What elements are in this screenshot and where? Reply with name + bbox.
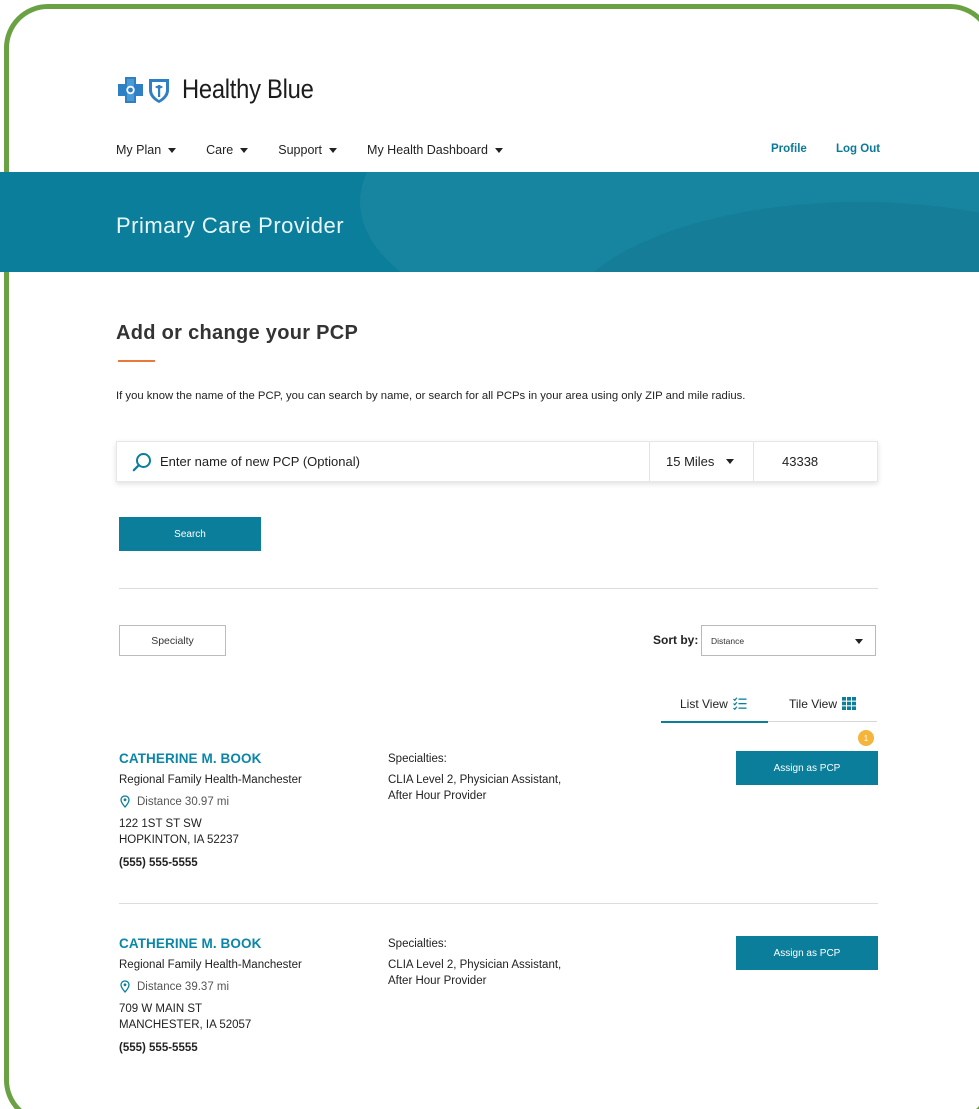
- section-title: Add or change your PCP: [116, 322, 359, 344]
- notification-badge: 1: [858, 730, 874, 746]
- intro-text: If you know the name of the PCP, you can…: [116, 390, 746, 402]
- view-toggle: List View Tile View: [661, 697, 877, 723]
- search-icon: [132, 452, 151, 471]
- brand-logo[interactable]: Healthy Blue: [116, 74, 332, 105]
- provider-distance: Distance 39.37 mi: [120, 980, 229, 993]
- divider: [119, 588, 878, 589]
- tab-tile-view-label: Tile View: [789, 697, 838, 711]
- tab-list-view-label: List View: [680, 697, 728, 711]
- logout-link[interactable]: Log Out: [836, 143, 880, 155]
- zip-field[interactable]: [753, 442, 877, 481]
- nav-my-health-dashboard[interactable]: My Health Dashboard: [367, 143, 503, 157]
- sort-label: Sort by:: [653, 633, 699, 647]
- specialties-line1: CLIA Level 2, Physician Assistant,: [388, 774, 562, 786]
- provider-distance-text: Distance 39.37 mi: [137, 980, 230, 993]
- search-button[interactable]: Search: [119, 517, 261, 551]
- specialties-line1: CLIA Level 2, Physician Assistant,: [388, 959, 562, 971]
- provider-address-line2: HOPKINTON, IA 52237: [119, 834, 239, 846]
- nav-support-label: Support: [278, 143, 323, 157]
- tile-grid-icon: [842, 697, 857, 710]
- provider-distance: Distance 30.97 mi: [120, 795, 229, 808]
- nav-support[interactable]: Support: [278, 143, 338, 157]
- nav-my-health-dashboard-label: My Health Dashboard: [367, 143, 488, 157]
- assign-as-pcp-button[interactable]: Assign as PCP: [736, 936, 878, 970]
- provider-name-link[interactable]: CATHERINE M. BOOK: [119, 936, 261, 951]
- radius-value: 15 Miles: [666, 454, 715, 469]
- pcp-name-input[interactable]: [160, 454, 580, 469]
- nav-my-plan[interactable]: My Plan: [116, 143, 177, 157]
- provider-distance-text: Distance 30.97 mi: [137, 795, 230, 808]
- chevron-down-icon: [240, 147, 249, 153]
- radius-select[interactable]: 15 Miles: [649, 442, 753, 481]
- provider-phone[interactable]: (555) 555-5555: [119, 857, 198, 869]
- provider-organization: Regional Family Health-Manchester: [119, 774, 302, 786]
- title-underline: [118, 360, 155, 362]
- nav-care[interactable]: Care: [206, 143, 249, 157]
- pcp-search-bar: 15 Miles: [116, 441, 878, 482]
- page-title: Primary Care Provider: [116, 213, 345, 238]
- blue-cross-blue-shield-logo-icon: [118, 76, 169, 103]
- specialties-label: Specialties:: [388, 753, 447, 765]
- location-pin-icon: [120, 795, 130, 808]
- nav-my-plan-label: My Plan: [116, 143, 162, 157]
- specialties-line2: After Hour Provider: [388, 790, 487, 802]
- primary-nav: My Plan Care Support My Health Dashboard: [116, 143, 533, 157]
- list-view-icon: [732, 697, 747, 710]
- chevron-down-icon: [329, 147, 338, 153]
- sort-value: Distance: [711, 635, 745, 646]
- chevron-down-icon: [726, 459, 735, 464]
- provider-address-line1: 709 W MAIN ST: [119, 1003, 203, 1015]
- provider-organization: Regional Family Health-Manchester: [119, 959, 302, 971]
- provider-name-link[interactable]: CATHERINE M. BOOK: [119, 751, 261, 766]
- provider-address-line2: MANCHESTER, IA 52057: [119, 1019, 252, 1031]
- profile-link[interactable]: Profile: [771, 143, 807, 155]
- provider-address-line1: 122 1ST ST SW: [119, 818, 202, 830]
- chevron-down-icon: [168, 147, 177, 153]
- sort-select[interactable]: Distance: [701, 625, 876, 656]
- specialties-line2: After Hour Provider: [388, 975, 487, 987]
- provider-phone[interactable]: (555) 555-5555: [119, 1042, 198, 1054]
- brand-name: Healthy Blue: [182, 74, 314, 104]
- nav-care-label: Care: [206, 143, 234, 157]
- zip-input[interactable]: [782, 454, 862, 469]
- pcp-name-field[interactable]: [117, 442, 649, 481]
- specialty-filter-button[interactable]: Specialty: [119, 625, 226, 656]
- divider: [119, 903, 878, 904]
- tab-tile-view[interactable]: Tile View: [768, 697, 877, 722]
- page-banner: Primary Care Provider: [0, 172, 979, 272]
- chevron-down-icon: [855, 639, 863, 644]
- location-pin-icon: [120, 980, 130, 993]
- specialties-label: Specialties:: [388, 938, 447, 950]
- tab-list-view[interactable]: List View: [661, 697, 768, 723]
- chevron-down-icon: [494, 147, 503, 153]
- assign-as-pcp-button[interactable]: Assign as PCP: [736, 751, 878, 785]
